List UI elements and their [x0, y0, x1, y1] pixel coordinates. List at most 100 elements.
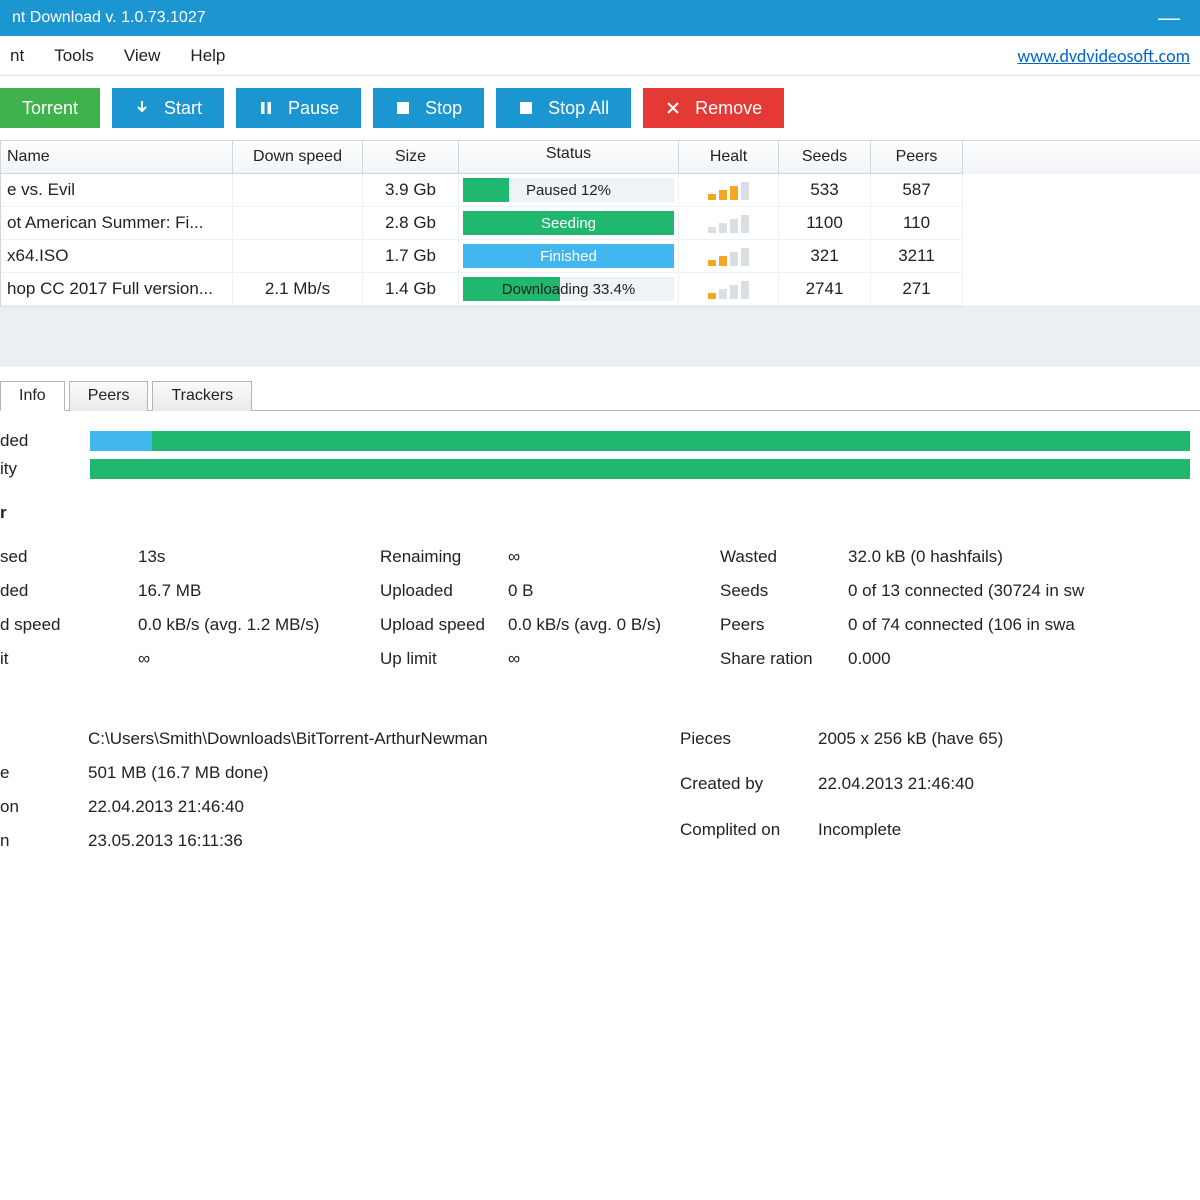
cell-downspeed [233, 207, 363, 240]
downloaded-label: ded [0, 581, 130, 601]
cell-name: hop CC 2017 Full version... [1, 273, 233, 306]
completed-on-label: Complited on [680, 820, 810, 851]
table-row[interactable]: ot American Summer: Fi... 2.8 GbSeeding 11… [1, 207, 1200, 240]
header-name[interactable]: Name [1, 141, 233, 174]
tab-peers[interactable]: Peers [69, 381, 149, 411]
cell-size: 1.4 Gb [363, 273, 459, 306]
availability-bar [90, 459, 1190, 479]
cell-health [679, 207, 779, 240]
completed-on-value: Incomplete [818, 820, 1190, 851]
downloaded-bar-label: ded [0, 431, 80, 451]
add-torrent-button[interactable]: Torrent [0, 88, 100, 128]
header-health[interactable]: Healt [679, 141, 779, 174]
pause-label: Pause [288, 98, 339, 119]
menu-item-torrent[interactable]: nt [10, 46, 24, 66]
cell-name: x64.ISO [1, 240, 233, 273]
down-limit-value: ∞ [138, 649, 340, 669]
up-limit-value: ∞ [508, 649, 680, 669]
header-downspeed[interactable]: Down speed [233, 141, 363, 174]
transfer-heading: r [0, 503, 1190, 523]
minimize-icon[interactable]: — [1158, 0, 1188, 36]
stop-button[interactable]: Stop [373, 88, 484, 128]
cell-health [679, 240, 779, 273]
stop-icon [395, 100, 411, 116]
wasted-value: 32.0 kB (0 hashfails) [848, 547, 1190, 567]
stop-icon [518, 100, 534, 116]
up-limit-label: Up limit [380, 649, 500, 669]
availability-bar-label: ity [0, 459, 80, 479]
upload-speed-value: 0.0 kB/s (avg. 0 B/s) [508, 615, 680, 635]
pause-button[interactable]: Pause [236, 88, 361, 128]
cell-seeds: 2741 [779, 273, 871, 306]
remaining-label: Renaiming [380, 547, 500, 567]
download-speed-value: 0.0 kB/s (avg. 1.2 MB/s) [138, 615, 340, 635]
site-link[interactable]: www.dvdvideosoft.com [1017, 45, 1190, 67]
added-on-label: n [0, 831, 80, 851]
download-speed-label: d speed [0, 615, 130, 635]
table-header: Name Down speed Size Status Healt Seeds … [1, 141, 1200, 174]
cell-name: e vs. Evil [1, 174, 233, 207]
header-seeds[interactable]: Seeds [779, 141, 871, 174]
down-limit-label: it [0, 649, 130, 669]
peers-value: 0 of 74 connected (106 in swa [848, 615, 1190, 635]
menu-item-view[interactable]: View [124, 46, 161, 66]
cell-status: Seeding [459, 207, 679, 240]
info-panel: ded ity r sed 13s ded 16.7 MB d speed 0.… [0, 411, 1200, 851]
table-row[interactable]: x64.ISO1.7 GbFinished3213211 [1, 240, 1200, 273]
upload-speed-label: Upload speed [380, 615, 500, 635]
download-icon [134, 100, 150, 116]
table-row[interactable]: e vs. Evil3.9 GbPaused 12%533587 [1, 174, 1200, 207]
torrent-table: Name Down speed Size Status Healt Seeds … [0, 140, 1200, 306]
header-peers[interactable]: Peers [871, 141, 963, 174]
cell-peers: 3211 [871, 240, 963, 273]
cell-downspeed [233, 240, 363, 273]
header-status[interactable]: Status [459, 141, 679, 174]
pieces-label: Pieces [680, 729, 810, 760]
menu-item-help[interactable]: Help [190, 46, 225, 66]
elapsed-label: sed [0, 547, 130, 567]
torrent-info-stats: C:\Users\Smith\Downloads\BitTorrent-Arth… [0, 729, 1190, 851]
start-label: Start [164, 98, 202, 119]
cell-seeds: 321 [779, 240, 871, 273]
detail-tabs: Info Peers Trackers [0, 380, 1200, 411]
close-icon [665, 100, 681, 116]
transfer-stats: sed 13s ded 16.7 MB d speed 0.0 kB/s (av… [0, 547, 1190, 669]
remove-button[interactable]: Remove [643, 88, 784, 128]
seeds-label: Seeds [720, 581, 840, 601]
cell-health [679, 174, 779, 207]
cell-status: Finished [459, 240, 679, 273]
cell-seeds: 1100 [779, 207, 871, 240]
share-ratio-label: Share ration [720, 649, 840, 669]
cell-status: Paused 12% [459, 174, 679, 207]
share-ratio-value: 0.000 [848, 649, 1190, 669]
cell-peers: 271 [871, 273, 963, 306]
remove-label: Remove [695, 98, 762, 119]
stop-all-button[interactable]: Stop All [496, 88, 631, 128]
menu-item-tools[interactable]: Tools [54, 46, 94, 66]
start-button[interactable]: Start [112, 88, 224, 128]
stop-label: Stop [425, 98, 462, 119]
titlebar: nt Download v. 1.0.73.1027 — [0, 0, 1200, 36]
tab-trackers[interactable]: Trackers [152, 381, 252, 411]
table-row[interactable]: hop CC 2017 Full version...2.1 Mb/s1.4 G… [1, 273, 1200, 306]
cell-health [679, 273, 779, 306]
pieces-value: 2005 x 256 kB (have 65) [818, 729, 1190, 760]
remaining-value: ∞ [508, 547, 680, 567]
cell-size: 2.8 Gb [363, 207, 459, 240]
header-size[interactable]: Size [363, 141, 459, 174]
created-on-label: on [0, 797, 80, 817]
cell-peers: 110 [871, 207, 963, 240]
cell-name: ot American Summer: Fi... [1, 207, 233, 240]
downloaded-value: 16.7 MB [138, 581, 340, 601]
uploaded-label: Uploaded [380, 581, 500, 601]
tab-info[interactable]: Info [0, 381, 65, 411]
uploaded-value: 0 B [508, 581, 680, 601]
separator-strip [0, 306, 1200, 366]
total-size-label: e [0, 763, 80, 783]
cell-status: Downloading 33.4% [459, 273, 679, 306]
toolbar: Torrent Start Pause Stop Stop All Remove [0, 76, 1200, 140]
wasted-label: Wasted [720, 547, 840, 567]
created-on-value: 22.04.2013 21:46:40 [88, 797, 640, 817]
cell-downspeed: 2.1 Mb/s [233, 273, 363, 306]
save-path-label [0, 729, 80, 749]
